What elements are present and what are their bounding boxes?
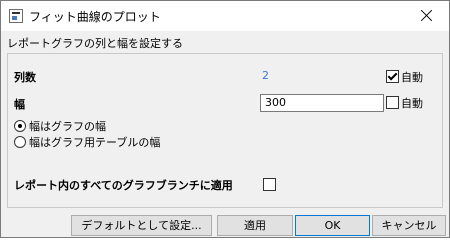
apply-button[interactable]: 適用	[217, 215, 293, 236]
radio-table-width-label: 幅はグラフ用テーブルの幅	[29, 136, 161, 149]
width-auto-checkbox[interactable]	[386, 96, 399, 109]
title-bar: フィット曲線のプロット	[1, 1, 449, 31]
set-default-button[interactable]: デフォルトとして設定...	[71, 215, 212, 236]
settings-panel: 列数 2 自動 幅 300 自動 幅はグラフの幅 幅はグラフ用テーブルの幅 レポ…	[7, 53, 443, 208]
cancel-button[interactable]: キャンセル	[372, 215, 446, 236]
close-icon[interactable]	[405, 1, 449, 31]
columns-value[interactable]: 2	[262, 69, 269, 82]
width-label: 幅	[14, 98, 25, 111]
columns-label: 列数	[14, 71, 36, 84]
dialog-window: フィット曲線のプロット レポートグラフの列と幅を設定する 列数 2 自動 幅 3…	[0, 0, 450, 238]
header-text: レポートグラフの列と幅を設定する	[7, 37, 183, 50]
columns-auto-label: 自動	[401, 71, 423, 84]
window-title: フィット曲線のプロット	[29, 10, 161, 24]
width-input[interactable]: 300	[260, 94, 384, 112]
radio-table-width[interactable]	[14, 136, 26, 148]
radio-graph-width-label: 幅はグラフの幅	[29, 120, 106, 133]
app-icon	[9, 9, 23, 23]
columns-auto-checkbox[interactable]	[386, 70, 399, 83]
width-auto-label: 自動	[401, 97, 423, 110]
apply-all-label: レポート内のすべてのグラフブランチに適用	[14, 179, 233, 192]
apply-all-checkbox[interactable]	[263, 178, 276, 191]
ok-button[interactable]: OK	[295, 215, 370, 236]
radio-graph-width[interactable]	[14, 120, 26, 132]
